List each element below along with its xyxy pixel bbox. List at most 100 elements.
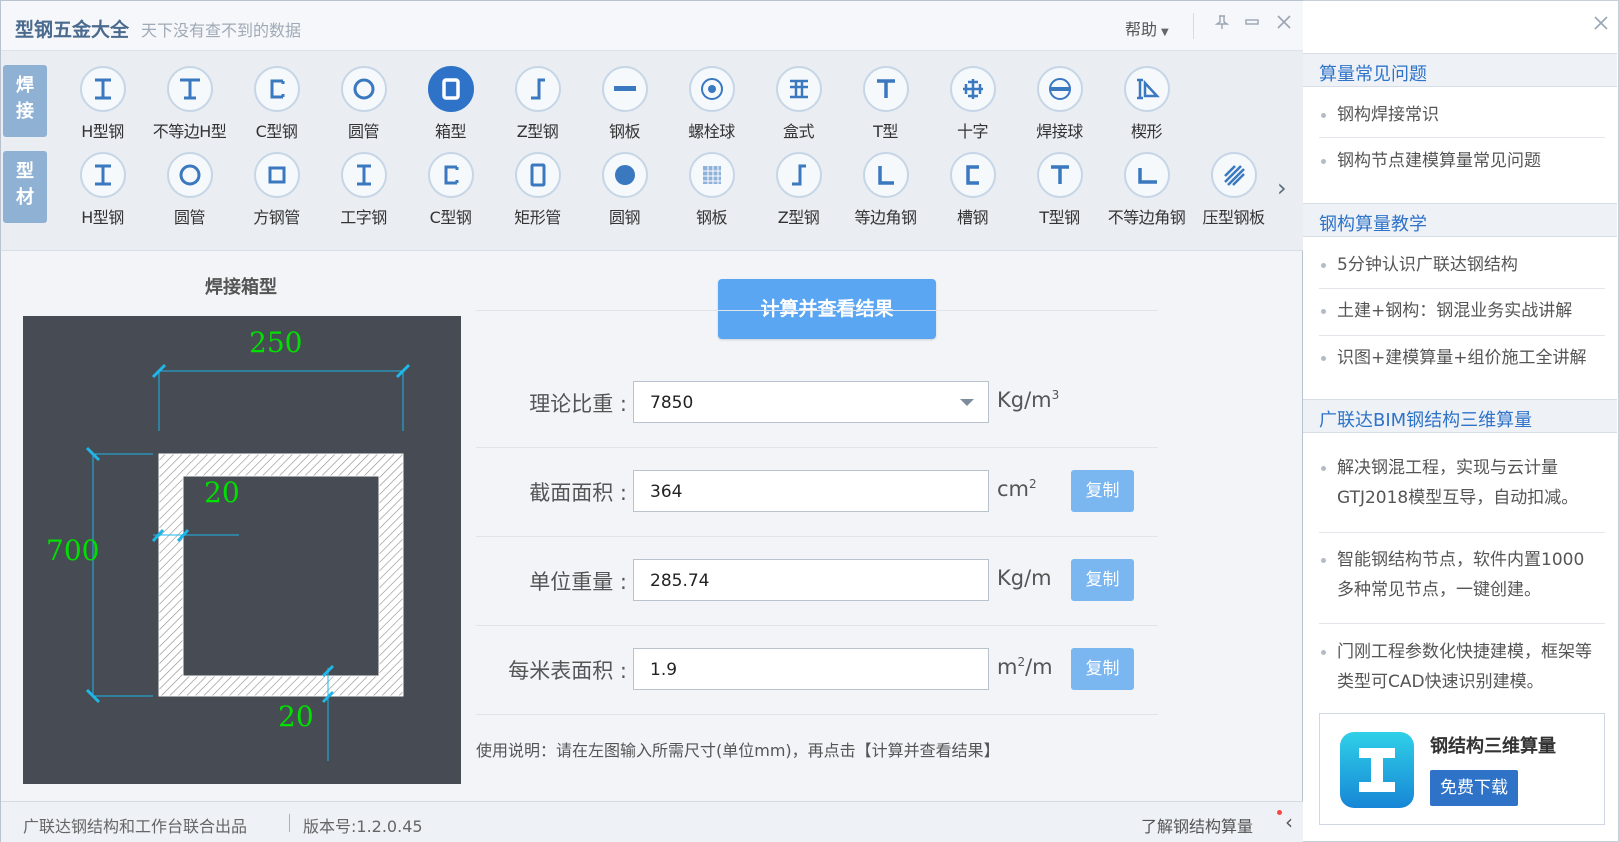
- h-beam-icon: [79, 152, 126, 198]
- section-type-button[interactable]: H型钢: [59, 61, 146, 147]
- side-section-title: 广联达BIM钢结构三维算量: [1303, 399, 1617, 433]
- close-button[interactable]: [1273, 14, 1295, 36]
- side-thickness-input[interactable]: 20: [204, 476, 240, 509]
- section-type-button[interactable]: 圆管: [146, 147, 233, 233]
- section-type-button[interactable]: 槽钢: [929, 147, 1016, 233]
- section-type-button[interactable]: T型: [842, 61, 929, 147]
- side-link[interactable]: 钢构节点建模算量常见问题: [1319, 146, 1597, 176]
- divider: [1319, 335, 1605, 336]
- section-type-button[interactable]: 方钢管: [233, 147, 320, 233]
- close-icon[interactable]: [1593, 15, 1609, 36]
- section-type-button[interactable]: 工字钢: [320, 147, 407, 233]
- section-type-button[interactable]: 十字: [929, 61, 1016, 147]
- divider: [1319, 623, 1605, 624]
- section-type-button[interactable]: 圆钢: [581, 147, 668, 233]
- copy-button[interactable]: 复制: [1071, 470, 1134, 512]
- app-title: 型钢五金大全: [15, 19, 130, 41]
- category-label: 型: [16, 161, 34, 182]
- chevron-left-icon[interactable]: ‹: [1285, 810, 1293, 834]
- category-tab-profile[interactable]: 型 材: [3, 151, 47, 223]
- learn-more-link[interactable]: 了解钢结构算量: [1141, 813, 1253, 837]
- section-type-button[interactable]: 楔形: [1103, 61, 1190, 147]
- result-field[interactable]: 364: [633, 470, 989, 512]
- calculate-button[interactable]: 计算并查看结果: [718, 279, 936, 339]
- section-type-button[interactable]: 压型钢板: [1190, 147, 1277, 233]
- section-type-label: 槽钢: [956, 208, 989, 227]
- side-link[interactable]: 土建+钢构：钢混业务实战讲解: [1319, 296, 1597, 326]
- welded-section-row: H型钢 不等边H型 C型钢 圆管 箱型 Z型钢 钢板 螺栓球 盒式 T型 十字 焊接球 楔形: [59, 61, 1190, 147]
- status-bar: 广联达钢结构和工作台联合出品 版本号:1.2.0.45 了解钢结构算量 ‹: [1, 801, 1304, 842]
- chevron-right-icon[interactable]: ›: [1277, 174, 1287, 202]
- round-tube-icon: [340, 66, 387, 112]
- height-input[interactable]: 700: [46, 534, 99, 567]
- bolt-ball-icon: [688, 66, 735, 112]
- unequal-h-beam-icon: [166, 66, 213, 112]
- section-type-button[interactable]: C型钢: [407, 147, 494, 233]
- section-type-button[interactable]: Z型钢: [494, 61, 581, 147]
- unit-label: m2/m: [997, 655, 1053, 679]
- section-type-button[interactable]: 不等边角钢: [1103, 147, 1190, 233]
- copy-button[interactable]: 复制: [1071, 648, 1134, 690]
- section-type-label: 螺栓球: [688, 122, 735, 141]
- field-label: 每米表面积 :: [508, 659, 627, 683]
- section-type-button[interactable]: H型钢: [59, 147, 146, 233]
- c-channel-icon: [427, 152, 474, 198]
- side-link[interactable]: 门刚工程参数化快捷建模，框架等 类型可CAD快速识别建模。: [1319, 637, 1597, 697]
- section-type-button[interactable]: 钢板: [581, 61, 668, 147]
- minimize-button[interactable]: [1241, 14, 1263, 36]
- density-select[interactable]: 7850: [633, 381, 989, 423]
- section-type-label: H型钢: [81, 208, 124, 227]
- side-section-title: 钢构算量教学: [1303, 203, 1617, 237]
- width-input[interactable]: 250: [249, 326, 302, 359]
- divider: [289, 814, 290, 832]
- result-field[interactable]: 1.9: [633, 648, 989, 690]
- category-tab-welded[interactable]: 焊 接: [3, 65, 47, 137]
- side-link[interactable]: 钢构焊接常识: [1319, 100, 1597, 130]
- field-label: 截面面积 :: [529, 481, 627, 505]
- section-type-button[interactable]: 等边角钢: [842, 147, 929, 233]
- profiled-plate-icon: [1210, 152, 1257, 198]
- copy-button[interactable]: 复制: [1071, 559, 1134, 601]
- help-menu-button[interactable]: 帮助 ▼: [1125, 16, 1169, 40]
- side-link[interactable]: 解决钢混工程，实现与云计量GTJ2018模型互导，自动扣减。: [1319, 453, 1597, 513]
- result-field[interactable]: 285.74: [633, 559, 989, 601]
- section-type-button[interactable]: Z型钢: [755, 147, 842, 233]
- chevron-down-icon: ▼: [1161, 27, 1169, 38]
- section-type-button[interactable]: T型钢: [1016, 147, 1103, 233]
- box-section-icon: [427, 66, 474, 112]
- section-type-label: 钢板: [695, 208, 728, 227]
- free-download-button[interactable]: 免费下载: [1430, 770, 1518, 806]
- section-type-label: H型钢: [81, 122, 124, 141]
- side-link[interactable]: 智能钢结构节点，软件内置1000多种常见节点，一键创建。: [1319, 545, 1597, 605]
- title-bar: 型钢五金大全 天下没有查不到的数据 帮助 ▼: [1, 1, 1304, 51]
- section-type-label: T型: [873, 122, 898, 141]
- version-text: 版本号:1.2.0.45: [303, 817, 423, 836]
- unit-label: Kg/m3: [997, 388, 1060, 412]
- divider: [476, 714, 1158, 715]
- profile-section-row: H型钢 圆管 方钢管 工字钢 C型钢 矩形管 圆钢 钢板 Z型钢 等边角钢 槽钢 T型钢 不等边角钢 压型…: [59, 147, 1277, 233]
- side-link[interactable]: 识图+建模算量+组价施工全讲解: [1319, 343, 1597, 373]
- c-channel-icon: [253, 66, 300, 112]
- section-drawing: 250 700 20 20: [23, 316, 461, 784]
- section-type-button[interactable]: 盒式: [755, 61, 842, 147]
- section-type-button[interactable]: 钢板: [668, 147, 755, 233]
- dropdown-arrow-icon[interactable]: [960, 399, 974, 406]
- section-type-button[interactable]: 螺栓球: [668, 61, 755, 147]
- section-type-button[interactable]: 焊接球: [1016, 61, 1103, 147]
- divider: [1319, 137, 1605, 138]
- divider: [1193, 13, 1194, 39]
- section-type-button[interactable]: 圆管: [320, 61, 407, 147]
- side-link[interactable]: 5分钟认识广联达钢结构: [1319, 250, 1597, 280]
- pin-icon[interactable]: [1211, 14, 1233, 36]
- bottom-thickness-input[interactable]: 20: [278, 700, 314, 733]
- square-tube-icon: [253, 152, 300, 198]
- t-section-icon: [1036, 152, 1083, 198]
- section-type-label: 圆钢: [608, 208, 641, 227]
- unit-label: Kg/m: [997, 566, 1052, 590]
- section-type-button[interactable]: C型钢: [233, 61, 320, 147]
- rect-tube-icon: [514, 152, 561, 198]
- section-type-button[interactable]: 箱型: [407, 61, 494, 147]
- section-type-button[interactable]: 不等边H型: [146, 61, 233, 147]
- section-type-button[interactable]: 矩形管: [494, 147, 581, 233]
- section-title: 焊接箱型: [205, 277, 277, 298]
